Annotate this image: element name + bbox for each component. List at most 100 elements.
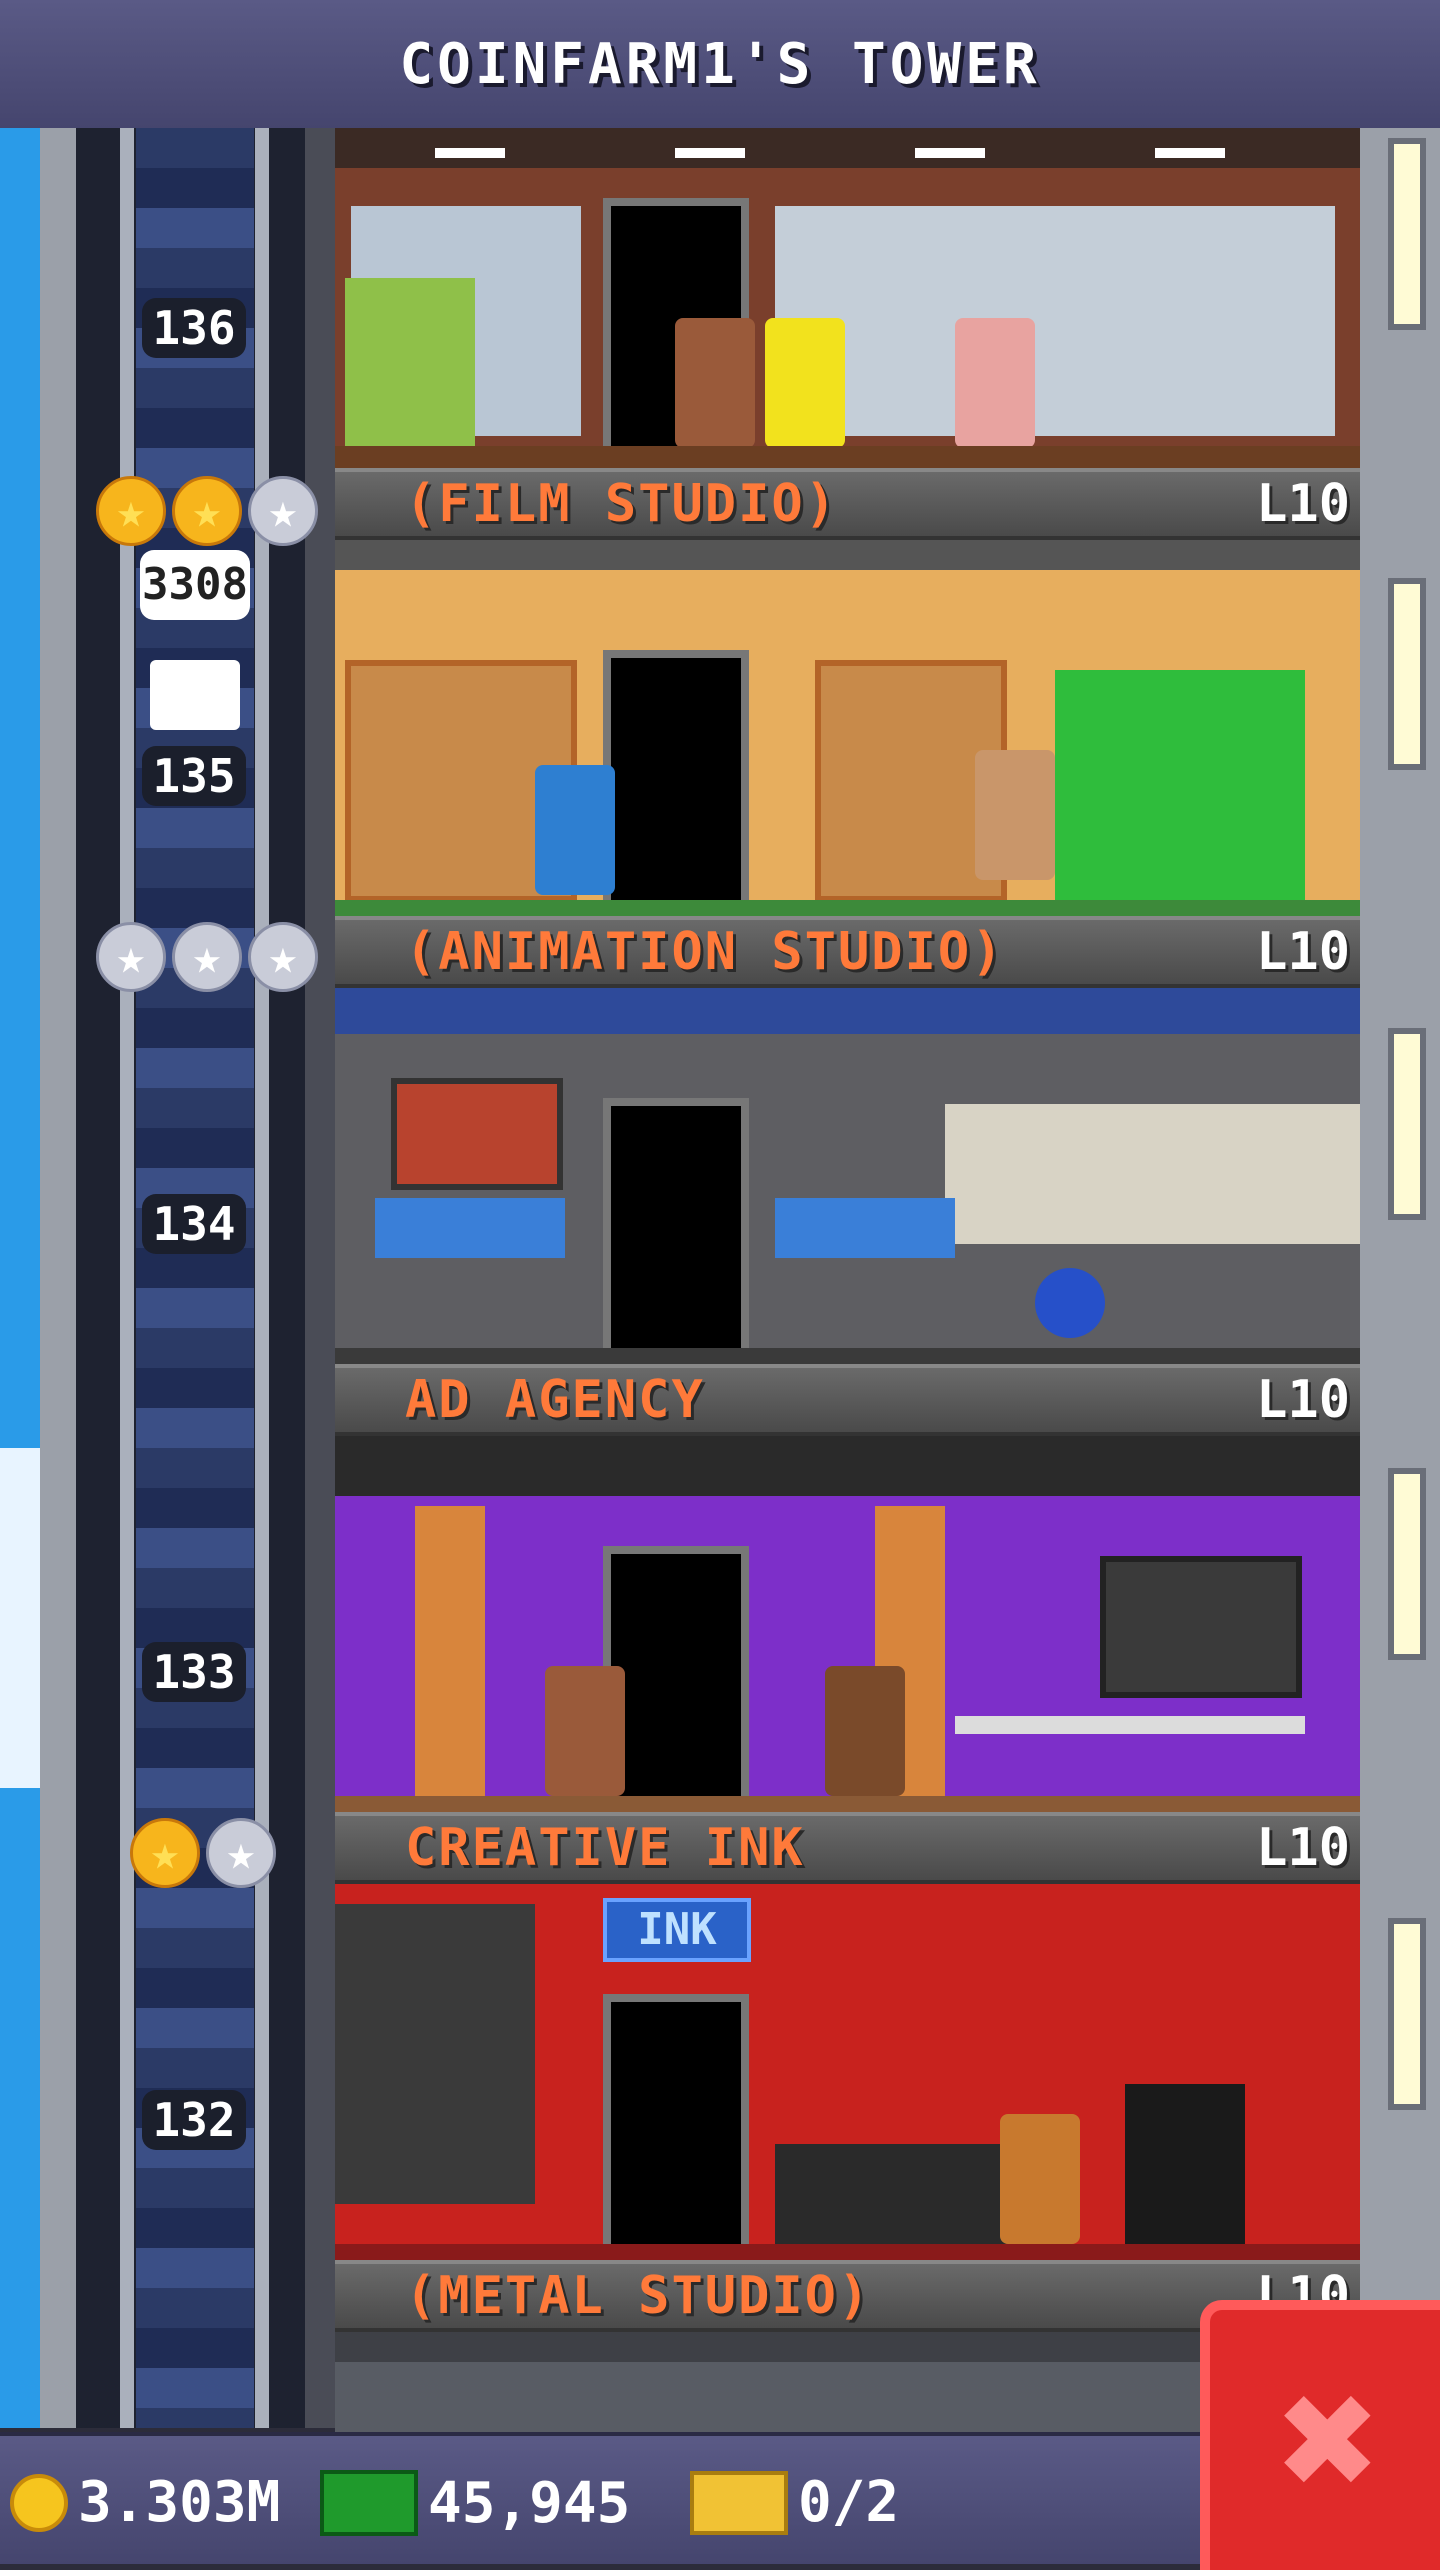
coins-value: 3.303M: [78, 2470, 281, 2535]
tower-window: [1388, 578, 1426, 770]
bux-icon: [320, 2470, 418, 2536]
bitizen[interactable]: [825, 1666, 905, 1796]
tower-title-bar: COINFARM1'S TOWER: [0, 0, 1440, 132]
tower-window: [1388, 1918, 1426, 2110]
ceiling: [335, 1436, 1360, 1496]
floor-name: CREATIVE INK: [405, 1818, 805, 1878]
cloud: [0, 1448, 40, 1788]
floor-boards: [335, 446, 1360, 468]
floor-name: (FILM STUDIO): [405, 474, 838, 534]
shaft-pillar-left: [40, 128, 76, 2428]
silver-star-icon: ★: [248, 922, 318, 992]
floor-boards: [335, 900, 1360, 916]
floor-room[interactable]: [335, 1436, 1360, 1812]
bitizen[interactable]: [545, 1666, 625, 1796]
close-icon: ✖: [1278, 2341, 1382, 2539]
floor-stars: ★ ★: [130, 1818, 276, 1888]
ceiling: [335, 540, 1360, 570]
bux-value: 45,945: [428, 2470, 631, 2536]
elevator-bitizen-icon[interactable]: [150, 660, 240, 730]
tickets-value: 0/2: [798, 2470, 900, 2535]
tower-window: [1388, 1028, 1426, 1220]
tv-screen: [1100, 1556, 1302, 1698]
computer-monitors: [375, 1198, 565, 1258]
room-door: [603, 1994, 749, 2260]
silver-star-icon: ★: [248, 476, 318, 546]
ceiling: [335, 128, 1360, 168]
room-door: [603, 1098, 749, 1364]
storyboard-wall: [945, 1104, 1360, 1244]
floor-number: 132: [142, 2090, 246, 2150]
tower-window: [1388, 1468, 1426, 1660]
floor-stars: ★ ★ ★: [96, 476, 318, 546]
bitizen[interactable]: [765, 318, 845, 448]
floor-boards: [335, 1348, 1360, 1364]
ink-sign: INK: [603, 1898, 751, 1962]
floor-number: 136: [142, 298, 246, 358]
floor-name: (METAL STUDIO): [405, 2266, 872, 2326]
floor-level: L10: [1256, 922, 1350, 982]
floor-boards: [335, 1796, 1360, 1812]
elevator-rail-right: [255, 128, 269, 2428]
close-button[interactable]: ✖: [1200, 2300, 1440, 2570]
floor-label-bar[interactable]: (FILM STUDIO) L10: [335, 468, 1360, 540]
elevator-speech-bubble[interactable]: 3308: [140, 550, 250, 620]
mirror-panel: [775, 206, 1335, 436]
golden-ticket-icon: [690, 2470, 788, 2535]
elevator-rail-left: [120, 128, 134, 2428]
floor-room[interactable]: INK: [335, 1884, 1360, 2260]
sky-background: [0, 128, 40, 2428]
floor-number: 134: [142, 1194, 246, 1254]
green-screen: [1055, 670, 1305, 910]
coins-counter: 3.303M: [10, 2470, 280, 2535]
tickets-counter: 0/2: [690, 2470, 899, 2535]
gold-star-icon: ★: [172, 476, 242, 546]
lockers: [345, 278, 475, 448]
pillar: [415, 1506, 485, 1796]
coin-icon: [10, 2473, 68, 2532]
gold-star-icon: ★: [96, 476, 166, 546]
floor-level: L10: [1256, 1818, 1350, 1878]
floor-level: L10: [1256, 1370, 1350, 1430]
floor-label-bar[interactable]: CREATIVE INK L10: [335, 1812, 1360, 1884]
exercise-ball: [1035, 1268, 1105, 1338]
elevator-shaft[interactable]: [40, 128, 335, 2428]
elevator-column: [136, 128, 254, 2428]
silver-star-icon: ★: [172, 922, 242, 992]
tower-window: [1388, 138, 1426, 330]
floor-level: L10: [1256, 474, 1350, 534]
floor-room[interactable]: [335, 540, 1360, 916]
tower-right-wall: [1360, 128, 1440, 2428]
floor-label-bar[interactable]: (ANIMATION STUDIO) L10: [335, 916, 1360, 988]
shaft-pillar-right: [305, 128, 335, 2428]
ceiling-light: [675, 148, 745, 158]
floor-label-bar[interactable]: AD AGENCY L10: [335, 1364, 1360, 1436]
bitizen[interactable]: [535, 765, 615, 895]
wall-screen: [391, 1078, 563, 1190]
silver-star-icon: ★: [96, 922, 166, 992]
tattoo-chair: [1125, 2084, 1245, 2244]
conference-table: [955, 1716, 1305, 1734]
floor-room[interactable]: [335, 128, 1360, 468]
tower-title: COINFARM1'S TOWER: [399, 31, 1041, 97]
wall-panel: [335, 1904, 535, 2204]
bux-counter: 45,945: [320, 2470, 630, 2536]
ceiling: [335, 988, 1360, 1034]
ceiling-light: [915, 148, 985, 158]
bitizen[interactable]: [675, 318, 755, 448]
computer-monitors: [775, 1198, 955, 1258]
floor-boards: [335, 2244, 1360, 2260]
floor-room[interactable]: [335, 988, 1360, 1364]
ceiling-light: [1155, 148, 1225, 158]
bitizen[interactable]: [955, 318, 1035, 448]
bitizen[interactable]: [1000, 2114, 1080, 2244]
gold-star-icon: ★: [130, 1818, 200, 1888]
floor-stars: ★ ★ ★: [96, 922, 318, 992]
floor-number: 133: [142, 1642, 246, 1702]
silver-star-icon: ★: [206, 1818, 276, 1888]
room-door: [603, 650, 749, 916]
floor-name: AD AGENCY: [405, 1370, 705, 1430]
couch: [775, 2144, 1035, 2244]
bitizen[interactable]: [975, 750, 1055, 880]
floor-number: 135: [142, 746, 246, 806]
